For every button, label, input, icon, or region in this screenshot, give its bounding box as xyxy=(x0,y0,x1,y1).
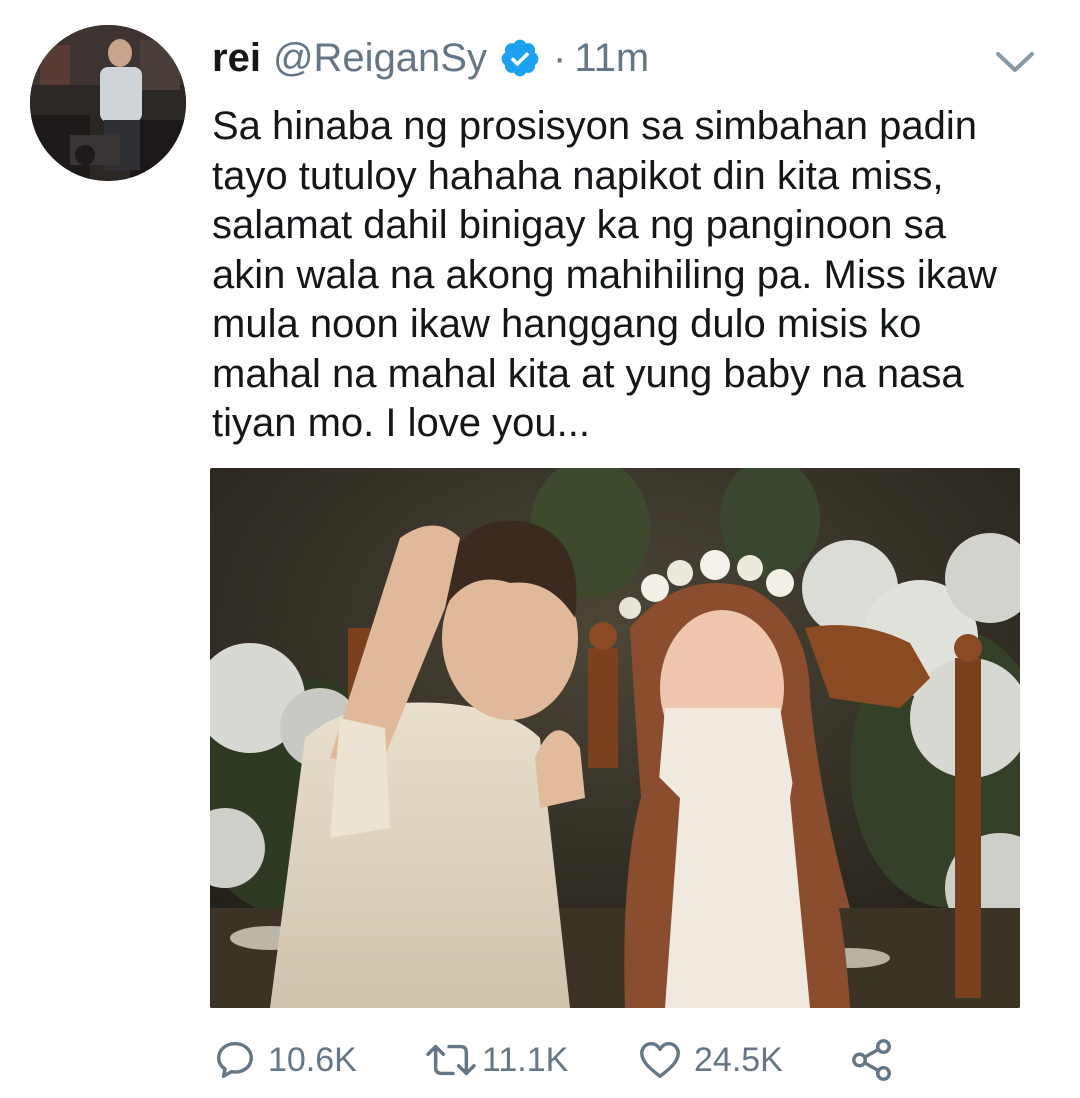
retweet-count: 11.1K xyxy=(482,1040,569,1079)
avatar-image xyxy=(30,25,186,181)
heart-icon xyxy=(636,1037,684,1083)
tweet-text: Sa hinaba ng prosisyon sa simbahan padin… xyxy=(212,104,997,445)
reply-button[interactable]: 10.6K xyxy=(212,1030,357,1090)
share-button[interactable] xyxy=(848,1030,896,1090)
tweet-actions: 10.6K 11.1K 24.5K xyxy=(212,1030,912,1090)
tweet-time[interactable]: 11m xyxy=(574,36,649,81)
verified-badge-icon xyxy=(499,37,541,79)
reply-icon xyxy=(212,1037,258,1083)
like-button[interactable]: 24.5K xyxy=(636,1030,783,1090)
tweet-header: rei @ReiganSy · 11m xyxy=(212,30,649,86)
photo-image xyxy=(210,468,1020,1008)
tweet: rei @ReiganSy · 11m Sa hinaba ng prosisy… xyxy=(0,0,1080,1098)
user-handle[interactable]: @ReiganSy xyxy=(273,36,487,81)
like-count: 24.5K xyxy=(694,1040,783,1079)
retweet-icon xyxy=(424,1037,478,1083)
retweet-button[interactable]: 11.1K xyxy=(424,1030,568,1090)
display-name[interactable]: rei xyxy=(212,36,261,81)
share-icon xyxy=(848,1037,896,1083)
chevron-down-icon[interactable] xyxy=(992,46,1038,76)
reply-count: 10.6K xyxy=(268,1040,357,1079)
separator-dot: · xyxy=(552,35,567,80)
avatar[interactable] xyxy=(30,25,186,181)
tweet-photo[interactable] xyxy=(210,468,1020,1008)
